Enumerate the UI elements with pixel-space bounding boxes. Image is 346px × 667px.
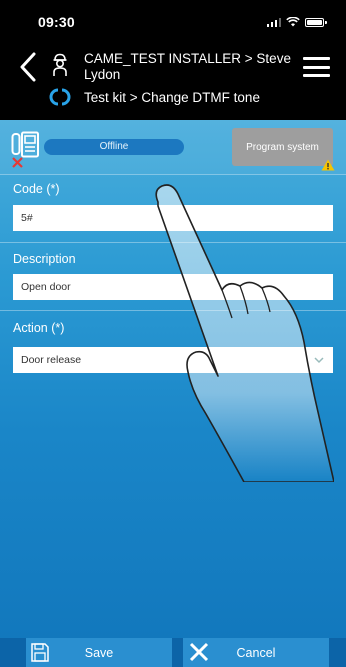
status-icons [266, 17, 327, 27]
cancel-label: Cancel [236, 646, 276, 660]
status-time: 09:30 [38, 14, 75, 30]
description-label: Description [13, 252, 76, 266]
action-label: Action (*) [13, 321, 65, 335]
footer-bar: Save Cancel [0, 638, 346, 667]
breadcrumb: Test kit > Change DTMF tone [84, 90, 260, 105]
main-content: Offline Program system Code (*) 5# Descr… [0, 120, 346, 640]
cancel-button[interactable]: Cancel [183, 638, 329, 667]
app-header: CAME_TEST INSTALLER > Steve Lydon Test k… [0, 44, 346, 120]
system-icon [49, 88, 71, 106]
chevron-down-icon [314, 357, 324, 364]
status-bar: 09:30 [0, 0, 346, 44]
header-title: CAME_TEST INSTALLER > Steve Lydon [84, 51, 291, 82]
action-select-value: Door release [21, 354, 82, 366]
save-label: Save [84, 646, 114, 660]
back-icon[interactable] [18, 50, 40, 84]
description-input[interactable]: Open door [13, 274, 333, 300]
divider [0, 310, 346, 311]
device-offline-icon [11, 131, 39, 168]
program-system-label: Program system [246, 141, 319, 153]
action-select[interactable]: Door release [13, 347, 333, 373]
save-button[interactable]: Save [26, 638, 172, 667]
divider [0, 242, 346, 243]
code-label: Code (*) [13, 182, 60, 196]
status-badge: Offline [44, 139, 184, 155]
warning-icon [321, 159, 335, 171]
installer-icon [53, 53, 67, 76]
wifi-icon [286, 17, 300, 27]
signal-icon [266, 17, 281, 27]
battery-icon [305, 17, 327, 27]
menu-icon[interactable] [303, 57, 330, 77]
program-system-button[interactable]: Program system [232, 128, 335, 171]
code-input[interactable]: 5# [13, 205, 333, 231]
divider [0, 174, 346, 175]
